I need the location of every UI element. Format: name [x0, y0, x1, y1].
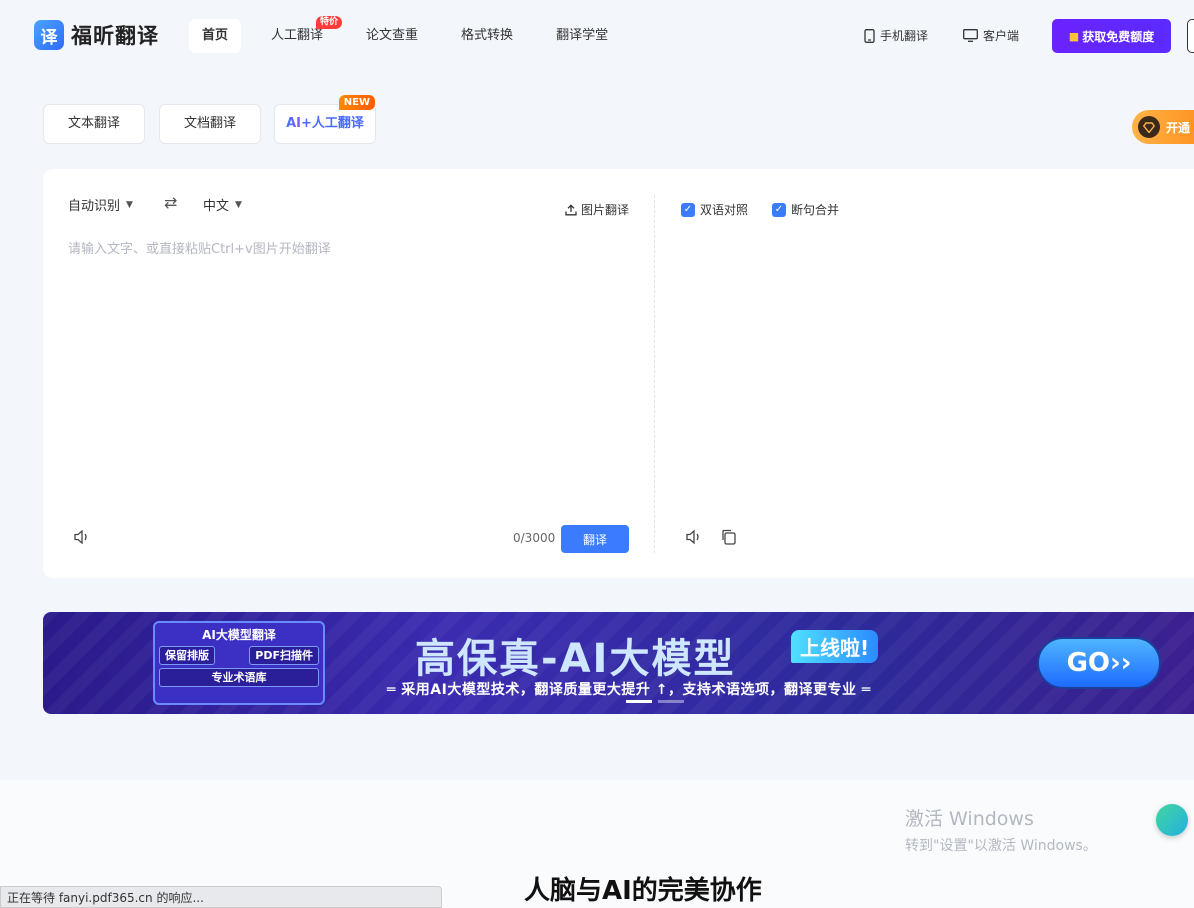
- carousel-dot[interactable]: [658, 700, 684, 703]
- image-translate-label: 图片翻译: [581, 203, 630, 217]
- top-header: 译 福昕翻译 首页 人工翻译 特价 论文查重 格式转换 翻译学堂 手机翻译 客户…: [0, 0, 1194, 72]
- nav-label: 翻译学堂: [556, 28, 609, 43]
- banner-feature-card: AI大模型翻译 保留排版 PDF扫描件 专业术语库: [153, 621, 325, 705]
- windows-activation-watermark: 激活 Windows 转到"设置"以激活 Windows。: [905, 804, 1097, 855]
- vip-open-label: 开通: [1166, 120, 1191, 135]
- watermark-line: 激活 Windows: [905, 808, 1034, 830]
- checkmark-icon: ✓: [681, 202, 695, 217]
- checkmark-icon: ✓: [772, 202, 786, 217]
- promo-banner[interactable]: AI大模型翻译 保留排版 PDF扫描件 专业术语库 高保真-AI大模型 上线啦!…: [43, 612, 1194, 714]
- desktop-client-label: 客户端: [983, 29, 1020, 43]
- floating-assistant-icon[interactable]: [1156, 804, 1188, 836]
- ai-prefix: AI: [286, 116, 301, 131]
- target-language-label: 中文: [203, 199, 230, 214]
- tab-document-translation[interactable]: 文档翻译: [159, 104, 261, 144]
- diamond-icon: [1138, 116, 1160, 138]
- banner-online-tag: 上线啦!: [791, 630, 879, 663]
- get-free-quota-button[interactable]: ■ 获取免费额度: [1052, 19, 1171, 53]
- bilingual-checkbox[interactable]: ✓ 双语对照: [681, 201, 748, 218]
- sentence-merge-label: 断句合并: [791, 203, 840, 217]
- mobile-translate-link[interactable]: 手机翻译: [864, 27, 928, 44]
- banner-chip: PDF扫描件: [249, 646, 319, 665]
- character-counter: 0/3000: [513, 531, 556, 545]
- ai-suffix: +人工翻译: [301, 116, 364, 131]
- monitor-icon: [963, 29, 978, 42]
- nav-item-plagiarism-check[interactable]: 论文查重: [353, 19, 431, 53]
- mobile-translate-label: 手机翻译: [880, 29, 929, 43]
- target-speaker-icon[interactable]: [685, 529, 703, 549]
- target-language-select[interactable]: 中文 ▼: [203, 195, 242, 214]
- sentence-merge-checkbox[interactable]: ✓ 断句合并: [772, 201, 839, 218]
- watermark-line: 转到"设置"以激活 Windows。: [905, 838, 1097, 854]
- banner-go-button[interactable]: GO››: [1037, 637, 1161, 689]
- source-text-input[interactable]: 请输入文字、或直接粘贴Ctrl+v图片开始翻译: [68, 238, 331, 257]
- nav-item-translation-academy[interactable]: 翻译学堂: [543, 19, 621, 53]
- nav-item-home[interactable]: 首页: [189, 19, 242, 53]
- source-language-label: 自动识别: [68, 199, 121, 214]
- banner-chip: 专业术语库: [159, 668, 319, 687]
- translator-panel: 自动识别 ▼ ⇄ 中文 ▼ 图片翻译 请输入文字、或直接粘贴Ctrl+v图片开始…: [43, 169, 1194, 578]
- swap-languages-icon[interactable]: ⇄: [164, 193, 177, 212]
- nav-label: 人工翻译: [271, 28, 324, 43]
- logo[interactable]: 译 福昕翻译: [34, 20, 159, 50]
- chevron-down-icon: ▼: [235, 199, 242, 210]
- chevron-down-icon: ▼: [126, 199, 133, 210]
- get-free-quota-label: 获取免费额度: [1082, 29, 1155, 44]
- section-title: 人脑与AI的完美协作: [524, 876, 762, 906]
- gift-icon: ■: [1068, 29, 1080, 43]
- login-button-edge[interactable]: [1187, 19, 1194, 53]
- nav-item-format-convert[interactable]: 格式转换: [448, 19, 526, 53]
- tab-text-translation[interactable]: 文本翻译: [43, 104, 145, 144]
- source-language-select[interactable]: 自动识别 ▼: [68, 195, 133, 214]
- phone-icon: [864, 28, 875, 43]
- banner-chip: 保留排版: [159, 646, 215, 665]
- logo-text: 福昕翻译: [71, 24, 159, 48]
- browser-status-bar: 正在等待 fanyi.pdf365.cn 的响应...: [0, 886, 442, 908]
- new-badge: NEW: [338, 95, 375, 110]
- banner-headline: 高保真-AI大模型: [415, 636, 736, 682]
- image-translate-button[interactable]: 图片翻译: [565, 201, 629, 218]
- nav-label: 首页: [202, 28, 229, 43]
- nav-item-human-translation[interactable]: 人工翻译 特价: [258, 16, 343, 53]
- upload-icon: [565, 203, 577, 215]
- carousel-dot[interactable]: [626, 700, 652, 703]
- logo-icon: 译: [34, 20, 64, 50]
- source-speaker-icon[interactable]: [73, 529, 91, 549]
- banner-subtitle: ═ 采用AI大模型技术，翻译质量更大提升 ↑，支持术语选项，翻译更专业 ═: [387, 682, 871, 698]
- tab-ai-human-translation[interactable]: AI+人工翻译 NEW: [274, 95, 376, 144]
- copy-icon[interactable]: [721, 529, 737, 549]
- main-nav: 首页 人工翻译 特价 论文查重 格式转换 翻译学堂: [189, 16, 638, 53]
- nav-label: 格式转换: [461, 28, 514, 43]
- banner-chip-row: 保留排版 PDF扫描件: [159, 646, 319, 665]
- translate-button[interactable]: 翻译: [561, 525, 629, 553]
- vip-open-button[interactable]: 开通: [1132, 110, 1194, 144]
- carousel-dots: [626, 700, 690, 703]
- bilingual-label: 双语对照: [700, 203, 749, 217]
- banner-card-title: AI大模型翻译: [202, 628, 276, 642]
- panel-divider: [654, 195, 655, 553]
- desktop-client-link[interactable]: 客户端: [963, 27, 1019, 44]
- nav-label: 论文查重: [366, 28, 419, 43]
- sale-badge: 特价: [316, 16, 343, 29]
